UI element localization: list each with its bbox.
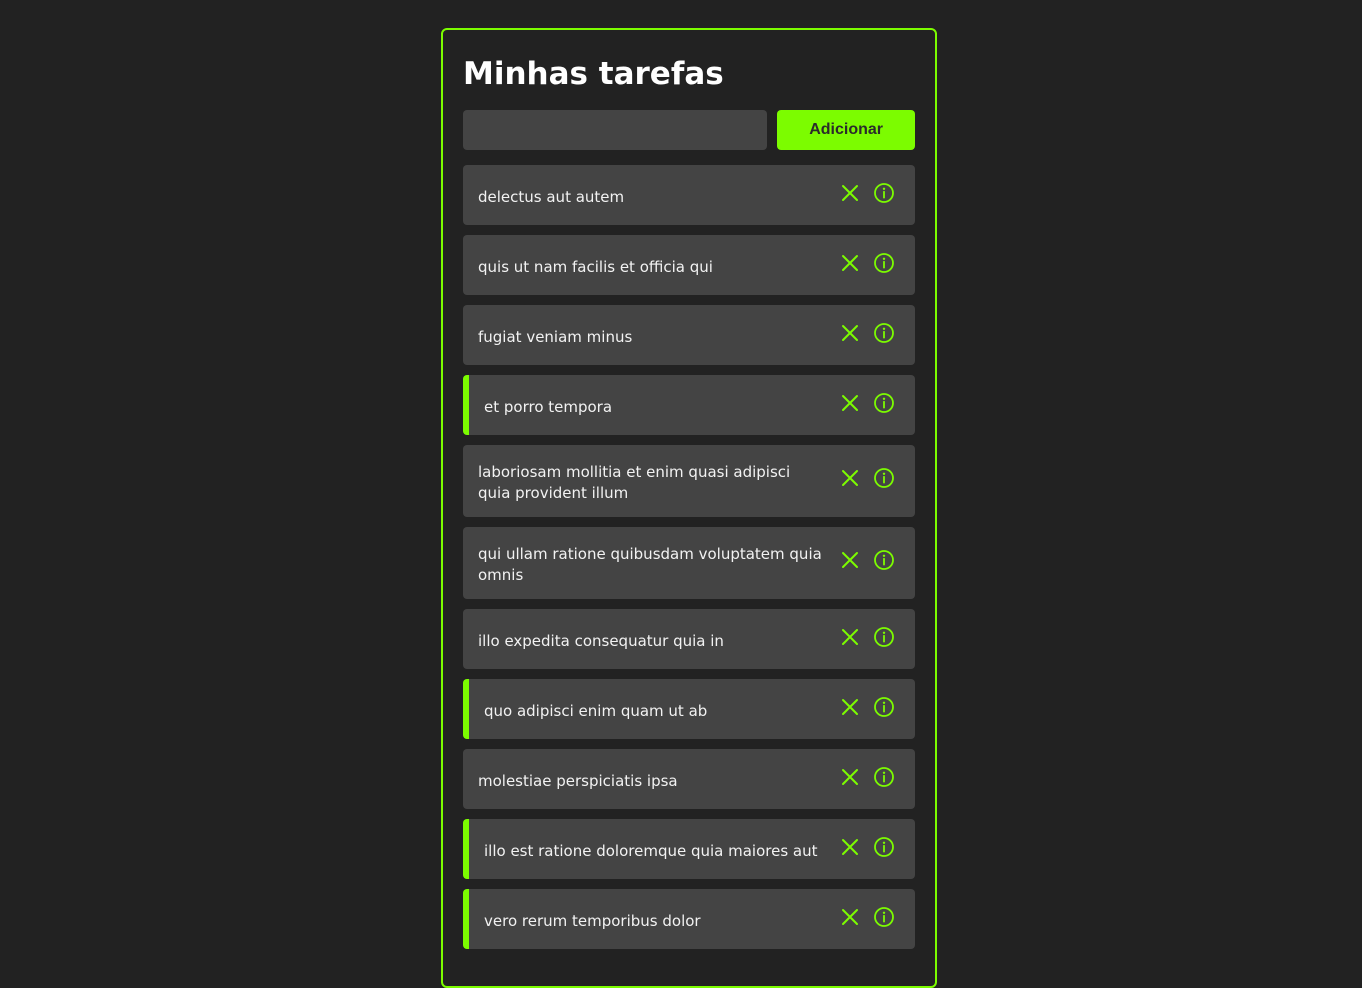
close-icon[interactable] bbox=[839, 696, 861, 718]
close-icon[interactable] bbox=[839, 322, 861, 344]
task-item[interactable]: fugiat veniam minus bbox=[463, 305, 915, 365]
task-title: molestiae perspiciatis ipsa bbox=[478, 771, 678, 790]
task-title: vero rerum temporibus dolor bbox=[484, 911, 701, 930]
close-icon[interactable] bbox=[839, 766, 861, 788]
close-icon[interactable] bbox=[839, 836, 861, 858]
task-item[interactable]: qui ullam ratione quibusdam voluptatem q… bbox=[463, 527, 915, 599]
task-actions bbox=[839, 392, 895, 414]
task-list: delectus aut autem quis ut nam facilis e… bbox=[463, 165, 915, 949]
info-icon[interactable] bbox=[873, 252, 895, 274]
close-icon[interactable] bbox=[839, 182, 861, 204]
task-actions bbox=[839, 766, 895, 788]
close-icon[interactable] bbox=[839, 906, 861, 928]
task-actions bbox=[839, 906, 895, 928]
task-input[interactable] bbox=[463, 110, 768, 150]
task-title: delectus aut autem bbox=[478, 187, 625, 206]
task-title: qui ullam ratione quibusdam voluptatem q… bbox=[478, 545, 822, 584]
task-actions bbox=[839, 696, 895, 718]
task-app-container: Minhas tarefas Adicionar delectus aut au… bbox=[441, 28, 937, 988]
info-icon[interactable] bbox=[873, 626, 895, 648]
info-icon[interactable] bbox=[873, 549, 895, 571]
task-item[interactable]: laboriosam mollitia et enim quasi adipis… bbox=[463, 445, 915, 517]
add-task-form: Adicionar bbox=[463, 110, 915, 150]
task-item[interactable]: delectus aut autem bbox=[463, 165, 915, 225]
task-actions bbox=[839, 549, 895, 571]
info-icon[interactable] bbox=[873, 392, 895, 414]
task-item-completed[interactable]: illo est ratione doloremque quia maiores… bbox=[463, 819, 915, 879]
task-actions bbox=[839, 467, 895, 489]
task-item[interactable]: molestiae perspiciatis ipsa bbox=[463, 749, 915, 809]
task-title: illo est ratione doloremque quia maiores… bbox=[484, 841, 818, 860]
task-actions bbox=[839, 626, 895, 648]
task-item-completed[interactable]: quo adipisci enim quam ut ab bbox=[463, 679, 915, 739]
task-actions bbox=[839, 182, 895, 204]
info-icon[interactable] bbox=[873, 766, 895, 788]
task-actions bbox=[839, 252, 895, 274]
close-icon[interactable] bbox=[839, 467, 861, 489]
info-icon[interactable] bbox=[873, 182, 895, 204]
task-title: laboriosam mollitia et enim quasi adipis… bbox=[478, 463, 791, 502]
task-item-completed[interactable]: vero rerum temporibus dolor bbox=[463, 889, 915, 949]
close-icon[interactable] bbox=[839, 549, 861, 571]
task-title: et porro tempora bbox=[484, 397, 613, 416]
info-icon[interactable] bbox=[873, 467, 895, 489]
task-item-completed[interactable]: et porro tempora bbox=[463, 375, 915, 435]
task-title: quo adipisci enim quam ut ab bbox=[484, 701, 708, 720]
close-icon[interactable] bbox=[839, 392, 861, 414]
close-icon[interactable] bbox=[839, 626, 861, 648]
info-icon[interactable] bbox=[873, 322, 895, 344]
task-title: fugiat veniam minus bbox=[478, 327, 633, 346]
page-title: Minhas tarefas bbox=[463, 56, 724, 92]
task-title: illo expedita consequatur quia in bbox=[478, 631, 724, 650]
task-actions bbox=[839, 322, 895, 344]
task-item[interactable]: quis ut nam facilis et officia qui bbox=[463, 235, 915, 295]
info-icon[interactable] bbox=[873, 906, 895, 928]
add-button[interactable]: Adicionar bbox=[777, 110, 915, 150]
info-icon[interactable] bbox=[873, 836, 895, 858]
close-icon[interactable] bbox=[839, 252, 861, 274]
task-actions bbox=[839, 836, 895, 858]
info-icon[interactable] bbox=[873, 696, 895, 718]
task-item[interactable]: illo expedita consequatur quia in bbox=[463, 609, 915, 669]
task-title: quis ut nam facilis et officia qui bbox=[478, 257, 713, 276]
